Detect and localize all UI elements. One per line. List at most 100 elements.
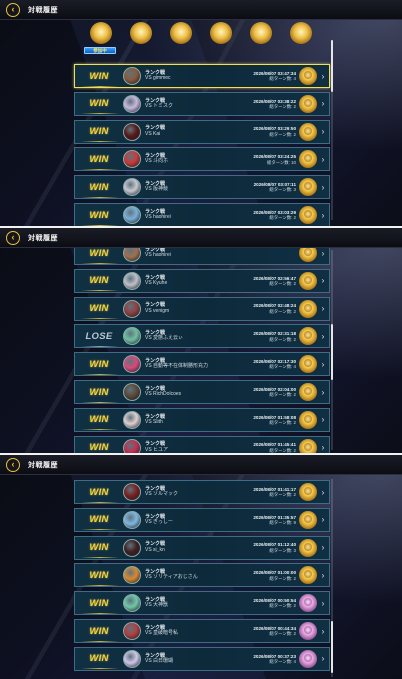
rank-medal-icon	[299, 510, 317, 529]
opponent-avatar	[123, 67, 141, 85]
match-row[interactable]: WIN ランク戦 VS haohirei 2026/08/07 03:03:29 総ター…	[74, 203, 330, 226]
match-meta: 2026/08/07 01:58:08 総ターン数: 2	[253, 415, 296, 425]
match-meta: 2026/08/07 01:12:40 総ターン数: 3	[253, 542, 296, 552]
chevron-right-icon[interactable]: ›	[319, 304, 327, 313]
match-info: ランク戦 VS RichDolcoes	[145, 386, 253, 398]
match-row[interactable]: WIN ランク戦 VS ヒユア 2026/08/07 01:45:41 総ターン数: 2…	[74, 435, 330, 453]
opponent-avatar	[123, 150, 141, 169]
match-row[interactable]: WIN ランク戦 VS 白日珊瑚 2026/08/07 00:37:23 総ターン数: …	[74, 646, 330, 671]
chevron-right-icon[interactable]: ›	[319, 183, 327, 192]
chevron-right-icon[interactable]: ›	[319, 443, 327, 452]
match-row[interactable]: WIN ランク戦 VS ソルマック 2026/08/07 01:41:17 総ターン数:…	[74, 480, 330, 504]
rank-medal-icon	[299, 122, 317, 141]
opponent-avatar	[123, 94, 141, 113]
match-row[interactable]: WIN ランク戦 VS Slith 2026/08/07 01:58:08 総ターン数:…	[74, 407, 330, 432]
opponent-name: VS 白日珊瑚	[145, 657, 174, 664]
rank-medal-icon	[299, 67, 317, 85]
chevron-left-icon: ‹	[11, 4, 15, 14]
history-panel-3: ‹ 対戦履歴 WIN ランク戦 VS ソルマック 2026/08/07 01:41:1…	[0, 455, 402, 679]
chevron-right-icon[interactable]: ›	[319, 360, 327, 369]
opponent-avatar	[123, 483, 141, 501]
rank-medal-icon	[299, 483, 317, 501]
opponent-avatar	[123, 299, 141, 318]
match-row[interactable]: WIN ランク戦 VS RichDolcoes 2026/08/07 02:04:00…	[74, 380, 330, 404]
scrollbar-thumb[interactable]	[331, 621, 333, 673]
match-row[interactable]: WIN ランク戦 VS Kyuhe 2026/08/07 02:56:47 総ターン数:…	[74, 268, 330, 293]
match-row[interactable]: WIN ランク戦 VS ソリティアおじさん 2026/08/07 01:00:00 総タ…	[74, 563, 330, 588]
match-list: WIN ランク戦 VS gimmec 2026/08/07 03:47:34 総ターン数…	[74, 0, 330, 226]
result-label: WIN	[75, 154, 123, 170]
match-row[interactable]: WIN ランク戦 VS si_kn 2026/08/07 01:12:40 総ターン数:…	[74, 535, 330, 560]
rank-medal-icon	[299, 383, 317, 401]
result-label: LOSE	[75, 331, 123, 347]
match-row[interactable]: WIN ランク戦 VS トミスク 2026/08/07 03:38:22 総ターン数: …	[74, 91, 330, 116]
turn-count: 総ターン数: 2	[269, 419, 296, 425]
chevron-left-icon: ‹	[11, 459, 15, 469]
match-row[interactable]: WIN ランク戦 VS gimmec 2026/08/07 03:47:34 総ターン数…	[74, 64, 330, 88]
match-row[interactable]: LOSE ランク戦 VS 変態ふえ云ぃ 2026/08/07 02:31:18 総ターン…	[74, 324, 330, 349]
match-meta: 2026/08/07 02:48:24 総ターン数: 2	[253, 303, 296, 313]
match-meta: 2026/08/07 03:29:50 総ターン数: 2	[253, 126, 296, 136]
match-row[interactable]: WIN ランク戦 VS 皇破暗号私 2026/08/07 00:44:34 総ターン数:…	[74, 619, 330, 643]
scrollbar-thumb[interactable]	[331, 324, 333, 380]
rank-medal-icon	[299, 355, 317, 374]
turn-count: 総ターン数: 4	[269, 658, 296, 664]
result-label: WIN	[75, 598, 123, 614]
match-meta: 2026/08/07 01:41:17 総ターン数: 2	[253, 487, 296, 497]
match-info: ランク戦 VS 変態ふえ云ぃ	[145, 330, 253, 342]
chevron-right-icon[interactable]: ›	[319, 543, 327, 552]
match-row[interactable]: WIN ランク戦 VS 自動等不在体制勝形充力 2026/08/07 02:17:30…	[74, 352, 330, 377]
match-info: ランク戦 VS 斗向ホ	[145, 153, 253, 165]
chevron-right-icon[interactable]: ›	[319, 515, 327, 524]
turn-count: 総ターン数: 2	[269, 392, 296, 398]
opponent-avatar	[123, 355, 141, 374]
chevron-right-icon[interactable]: ›	[319, 211, 327, 220]
chevron-right-icon[interactable]: ›	[319, 388, 327, 397]
chevron-right-icon[interactable]: ›	[319, 599, 327, 608]
scrollbar-thumb[interactable]	[331, 40, 333, 92]
turn-count: 総ターン数: 2	[269, 280, 296, 286]
match-row[interactable]: WIN ランク戦 VS ぎっしー 2026/08/07 01:35:57 総ターン数: …	[74, 507, 330, 532]
chevron-right-icon[interactable]: ›	[319, 571, 327, 580]
back-button[interactable]: ‹	[6, 230, 20, 245]
match-meta: 2026/08/07 02:17:30 総ターン数: 4	[253, 359, 296, 369]
chevron-right-icon[interactable]: ›	[319, 332, 327, 341]
back-button[interactable]: ‹	[6, 2, 20, 17]
turn-count: 総ターン数: 2	[269, 308, 296, 314]
chevron-right-icon[interactable]: ›	[319, 654, 327, 663]
result-label: WIN	[75, 514, 123, 531]
chevron-right-icon[interactable]: ›	[319, 127, 327, 136]
divider	[0, 226, 402, 228]
opponent-avatar	[123, 383, 141, 401]
chevron-right-icon[interactable]: ›	[319, 276, 327, 285]
match-meta: 2026/08/07 03:38:22 総ターン数: 2	[253, 99, 296, 109]
match-meta: 2026/08/07 03:07:11 総ターン数: 3	[254, 182, 296, 192]
opponent-name: VS 斗向ホ	[145, 158, 169, 165]
turn-count: 総ターン数: 2	[269, 103, 296, 109]
match-row[interactable]: WIN ランク戦 VS 斗向ホ 2026/08/07 03:24:25 総ターン数: 1…	[74, 147, 330, 172]
chevron-right-icon[interactable]: ›	[319, 99, 327, 108]
match-row[interactable]: WIN ランク戦 VS 阪神競 2026/08/07 03:07:11 総ターン数: 3…	[74, 175, 330, 200]
opponent-name: VS si_kn	[145, 546, 165, 553]
opponent-name: VS haohirei	[145, 214, 171, 220]
chevron-right-icon[interactable]: ›	[319, 415, 327, 424]
divider	[0, 453, 402, 455]
rank-medal-icon	[299, 327, 317, 346]
history-panel-2: ‹ 対戦履歴 WIN ランク戦 VS haohirei › WIN ランク戦 VS Kyuh…	[0, 228, 402, 453]
opponent-name: VS ソルマック	[145, 491, 179, 497]
chevron-right-icon[interactable]: ›	[319, 155, 327, 164]
match-row[interactable]: WIN ランク戦 VS venigm 2026/08/07 02:48:24 総ターン数…	[74, 296, 330, 321]
history-panel-1: ‹ 対戦履歴 参加中 WIN ランク戦 VS gimmec 2026/08/07 03…	[0, 0, 402, 226]
chevron-right-icon[interactable]: ›	[319, 488, 327, 497]
match-info: ランク戦 VS Kai	[145, 126, 253, 137]
chevron-right-icon[interactable]: ›	[319, 249, 327, 258]
turn-count: 総ターン数: 2	[269, 603, 296, 609]
chevron-right-icon[interactable]: ›	[319, 627, 327, 636]
match-row[interactable]: WIN ランク戦 VS 大神獣 2026/08/07 00:50:54 総ターン数: 2…	[74, 591, 330, 616]
match-info: ランク戦 VS ヒユア	[145, 442, 253, 453]
result-label: WIN	[75, 98, 123, 115]
chevron-right-icon[interactable]: ›	[319, 72, 327, 81]
back-button[interactable]: ‹	[6, 457, 20, 472]
turn-count: 総ターン数: 3	[269, 187, 296, 193]
match-row[interactable]: WIN ランク戦 VS Kai 2026/08/07 03:29:50 総ターン数: 2…	[74, 119, 330, 144]
